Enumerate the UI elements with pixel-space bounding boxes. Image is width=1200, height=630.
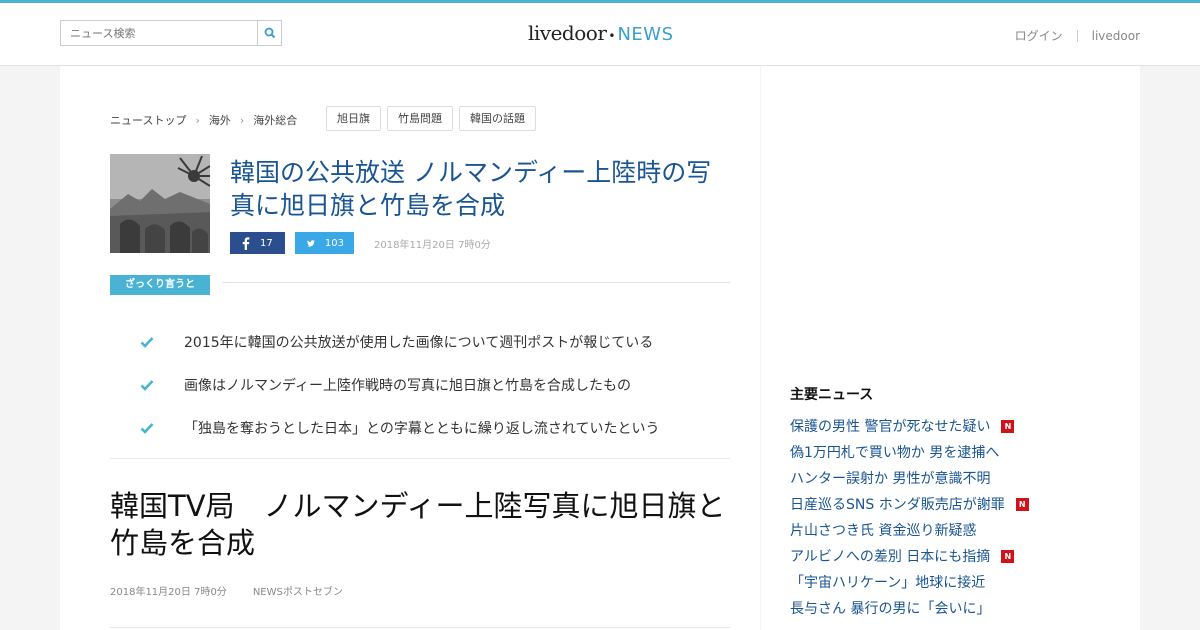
article-title[interactable]: 韓国の公共放送 ノルマンディー上陸時の写真に旭日旗と竹島を合成 (230, 156, 730, 222)
article-date: 2018年11月20日 7時0分 (110, 587, 227, 598)
summary-text: 2015年に韓国の公共放送が使用した画像について週刊ポストが報じている (184, 334, 654, 351)
search-input[interactable] (61, 21, 257, 45)
facebook-icon (242, 236, 250, 250)
thumbnail-photo (110, 154, 210, 253)
news-title[interactable]: 保護の男性 警官が死なせた疑い (790, 416, 990, 436)
summary-item: 「独島を奪おうとした日本」との字幕とともに繰り返し流されていたという (140, 406, 659, 449)
tag-korea-topics[interactable]: 韓国の話題 (459, 106, 536, 131)
news-item[interactable]: アルビノへの差別 日本にも指摘 N (790, 543, 1029, 569)
summary-text: 画像はノルマンディー上陸作戦時の写真に旭日旗と竹島を合成したもの (184, 377, 632, 394)
summary-divider (222, 282, 730, 283)
topic-tags: 旭日旗 竹島問題 韓国の話題 (326, 106, 542, 131)
tag-takeshima[interactable]: 竹島問題 (387, 106, 453, 131)
summary-list: 2015年に韓国の公共放送が使用した画像について週刊ポストが報じている 画像はノ… (140, 320, 659, 449)
article-column: ニューストップ › 海外 › 海外総合 旭日旗 竹島問題 韓国の話題 韓国の公共… (60, 66, 760, 630)
news-title[interactable]: アルビノへの差別 日本にも指摘 (790, 546, 990, 566)
news-item[interactable]: 長与さん 暴行の男に「会いに」 (790, 595, 1029, 621)
logo-livedoor: livedoor (528, 21, 607, 45)
divider (110, 627, 730, 628)
breadcrumb: ニューストップ › 海外 › 海外総合 (110, 112, 297, 128)
news-title[interactable]: ハンター誤射か 男性が意識不明 (790, 468, 990, 488)
news-item[interactable]: 偽1万円札で買い物か 男を逮捕へ (790, 439, 1029, 465)
sidebar: 主要ニュース 保護の男性 警官が死なせた疑い N 偽1万円札で買い物か 男を逮捕へ… (761, 66, 1140, 630)
main-news-heading: 主要ニュース (790, 387, 874, 403)
news-item[interactable]: 日産巡るSNS ホンダ販売店が謝罪 N (790, 491, 1029, 517)
news-item[interactable]: 片山さつき氏 資金巡り新疑惑 (790, 517, 1029, 543)
facebook-count: 17 (260, 237, 273, 249)
news-title[interactable]: 偽1万円札で買い物か 男を逮捕へ (790, 442, 999, 462)
news-title[interactable]: 「宇宙ハリケーン」地球に接近 (790, 572, 985, 592)
news-item[interactable]: 保護の男性 警官が死なせた疑い N (790, 413, 1029, 439)
breadcrumb-overseas-general[interactable]: 海外総合 (253, 112, 297, 128)
publish-date: 2018年11月20日 7時0分 (374, 239, 491, 251)
login-link[interactable]: ログイン (1015, 27, 1063, 44)
summary-label: ざっくり言うと (110, 275, 210, 295)
twitter-icon (307, 239, 315, 247)
logo-dot: • (608, 29, 616, 43)
header-nav: ログイン livedoor (1015, 27, 1140, 44)
check-icon (140, 336, 154, 348)
check-icon (140, 422, 154, 434)
chevron-right-icon: › (239, 113, 245, 127)
search-box (60, 20, 282, 46)
news-item[interactable]: ハンター誤射か 男性が意識不明 (790, 465, 1029, 491)
twitter-share-button[interactable]: 103 (295, 232, 354, 254)
news-item[interactable]: 「宇宙ハリケーン」地球に接近 (790, 569, 1029, 595)
article-source[interactable]: NEWSポストセブン (253, 583, 343, 598)
chevron-right-icon: › (195, 113, 200, 127)
new-badge: N (1015, 497, 1029, 511)
site-logo[interactable]: livedoor • NEWS (528, 21, 674, 49)
news-title[interactable]: 長与さん 暴行の男に「会いに」 (790, 598, 990, 618)
article-meta: 2018年11月20日 7時0分 NEWSポストセブン (110, 583, 369, 598)
divider (110, 458, 730, 459)
summary-text: 「独島を奪おうとした日本」との字幕とともに繰り返し流されていたという (184, 420, 660, 437)
breadcrumb-news-top[interactable]: ニューストップ (110, 112, 186, 128)
tag-rising-sun-flag[interactable]: 旭日旗 (326, 106, 381, 131)
main-news-list: 保護の男性 警官が死なせた疑い N 偽1万円札で買い物か 男を逮捕へ ハンター誤射… (790, 413, 1029, 621)
share-bar: 17 103 2018年11月20日 7時0分 (230, 232, 491, 254)
check-icon (140, 379, 154, 391)
article-headline: 韓国TV局 ノルマンディー上陸写真に旭日旗と竹島を合成 (110, 489, 726, 560)
nav-divider (1076, 29, 1078, 42)
new-badge: N (1001, 549, 1015, 563)
livedoor-link[interactable]: livedoor (1092, 29, 1140, 43)
site-header: livedoor • NEWS ログイン livedoor (0, 3, 1200, 66)
breadcrumb-overseas[interactable]: 海外 (209, 112, 231, 128)
twitter-count: 103 (324, 237, 344, 249)
search-button[interactable] (257, 21, 281, 45)
facebook-share-button[interactable]: 17 (230, 232, 285, 254)
logo-news: NEWS (617, 24, 674, 45)
summary-item: 2015年に韓国の公共放送が使用した画像について週刊ポストが報じている (140, 320, 659, 363)
summary-item: 画像はノルマンディー上陸作戦時の写真に旭日旗と竹島を合成したもの (140, 363, 659, 406)
search-icon (264, 27, 276, 39)
news-title[interactable]: 日産巡るSNS ホンダ販売店が謝罪 (790, 494, 1005, 514)
new-badge: N (1001, 419, 1015, 433)
news-title[interactable]: 片山さつき氏 資金巡り新疑惑 (790, 520, 976, 540)
article-thumbnail[interactable] (110, 154, 210, 253)
